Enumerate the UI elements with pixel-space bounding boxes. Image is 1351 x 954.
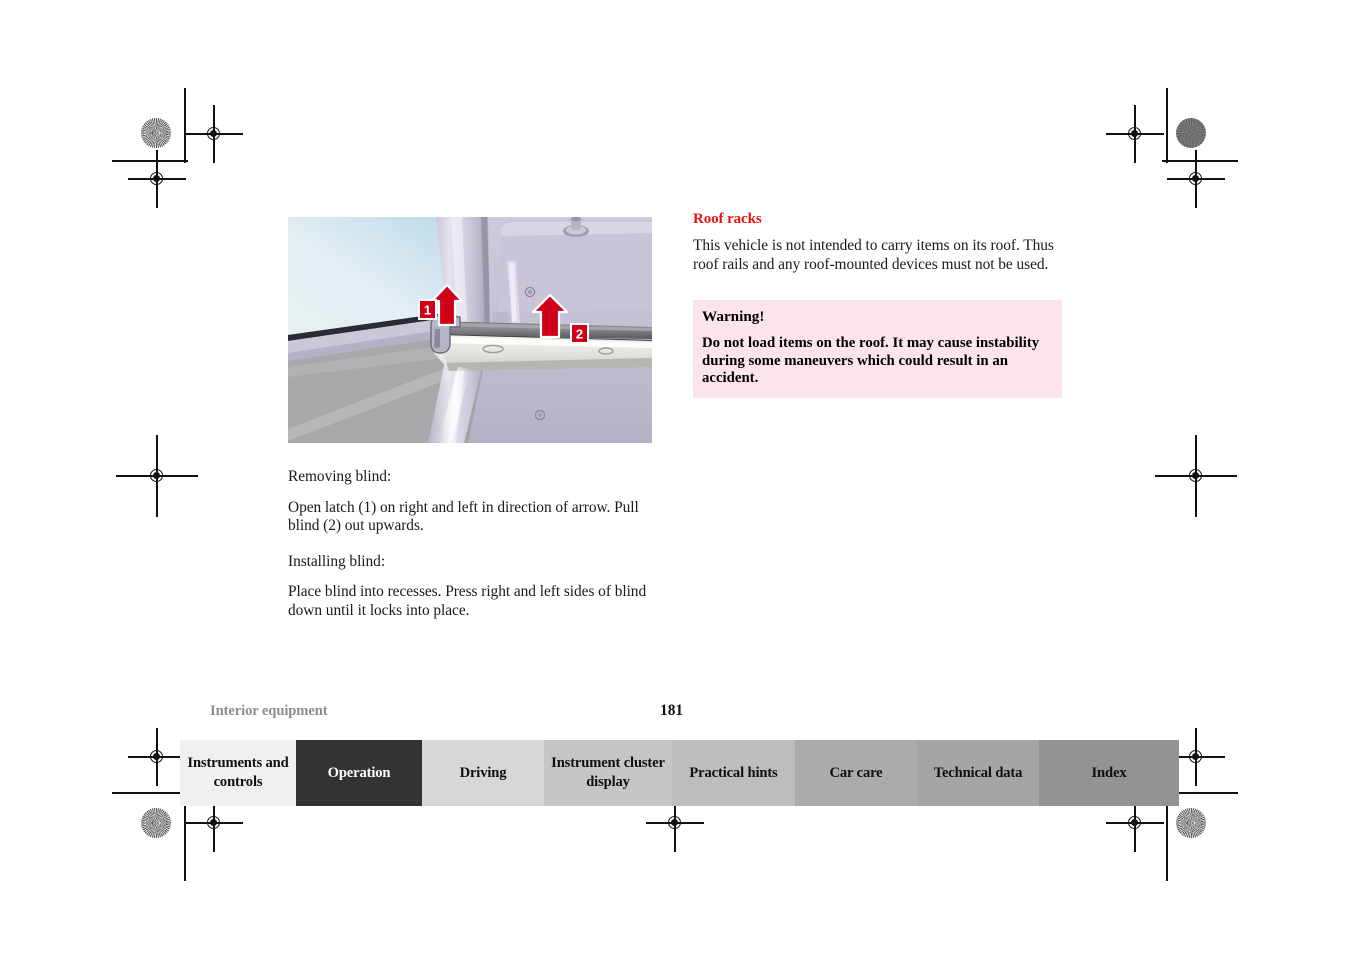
warning-box: Warning! Do not load items on the roof. … bbox=[693, 300, 1062, 399]
blind-removal-illustration: 1 2 bbox=[288, 217, 652, 443]
chapter-tab-car-care[interactable]: Car care bbox=[795, 740, 917, 806]
chapter-tab-technical-data[interactable]: Technical data bbox=[917, 740, 1039, 806]
left-column: 1 2 Removing blind: Open latch (1) on ri… bbox=[288, 217, 652, 621]
svg-text:2: 2 bbox=[576, 327, 583, 342]
chapter-tab-instrument-cluster-display[interactable]: Instrument cluster display bbox=[544, 740, 672, 806]
roof-racks-body: This vehicle is not intended to carry it… bbox=[693, 237, 1054, 273]
chapter-tab-driving[interactable]: Driving bbox=[422, 740, 544, 806]
crop-mark-line bbox=[184, 88, 186, 163]
registration-mark bbox=[1167, 728, 1225, 786]
registration-mark bbox=[1106, 105, 1164, 163]
crop-mark-line bbox=[1166, 88, 1168, 163]
footer-section-label: Interior equipment bbox=[210, 703, 328, 719]
crop-mark-line bbox=[112, 160, 188, 162]
svg-text:1: 1 bbox=[424, 303, 431, 318]
installing-blind-heading: Installing blind: bbox=[288, 552, 386, 570]
chapter-tab-index[interactable]: Index bbox=[1039, 740, 1179, 806]
section-heading-roof-racks: Roof racks bbox=[693, 211, 762, 227]
star-target-mark bbox=[141, 808, 171, 838]
registration-mark bbox=[1155, 435, 1237, 517]
chapter-tab-operation[interactable]: Operation bbox=[296, 740, 422, 806]
right-column: Roof racks This vehicle is not intended … bbox=[693, 211, 1062, 399]
registration-mark bbox=[646, 794, 704, 852]
chapter-tab-instruments-and-controls[interactable]: Instruments and controls bbox=[180, 740, 296, 806]
warning-text: Do not load items on the roof. It may ca… bbox=[702, 335, 1040, 386]
registration-mark bbox=[1106, 794, 1164, 852]
chapter-tab-strip: Instruments and controls Operation Driving… bbox=[180, 740, 1179, 806]
removing-blind-heading: Removing blind: bbox=[288, 468, 392, 485]
registration-mark bbox=[128, 728, 186, 786]
registration-mark bbox=[185, 105, 243, 163]
warning-title: Warning! bbox=[702, 308, 765, 326]
removing-blind-steps: Open latch (1) on right and left in dire… bbox=[288, 498, 639, 535]
star-target-mark bbox=[141, 118, 171, 148]
crop-mark-line bbox=[184, 805, 186, 881]
crop-mark-line bbox=[112, 792, 188, 794]
star-target-mark bbox=[1176, 118, 1206, 148]
crop-mark-line bbox=[1162, 160, 1238, 162]
chapter-tab-practical-hints[interactable]: Practical hints bbox=[672, 740, 795, 806]
crop-mark-line bbox=[1166, 805, 1168, 881]
callout-label-2: 2 bbox=[570, 323, 589, 344]
manual-page: 1 2 Removing blind: Open latch (1) on ri… bbox=[0, 0, 1351, 954]
registration-mark bbox=[128, 150, 186, 208]
star-target-mark bbox=[1176, 808, 1206, 838]
registration-mark bbox=[185, 794, 243, 852]
page-number: 181 bbox=[660, 702, 684, 719]
registration-mark bbox=[1167, 150, 1225, 208]
callout-label-1: 1 bbox=[418, 299, 437, 320]
installing-blind-steps: Place blind into recesses. Press right a… bbox=[288, 583, 647, 619]
instructions-block: Removing blind: Open latch (1) on right … bbox=[288, 468, 652, 621]
registration-mark bbox=[116, 435, 198, 517]
illustration-svg: 1 2 bbox=[288, 217, 652, 443]
